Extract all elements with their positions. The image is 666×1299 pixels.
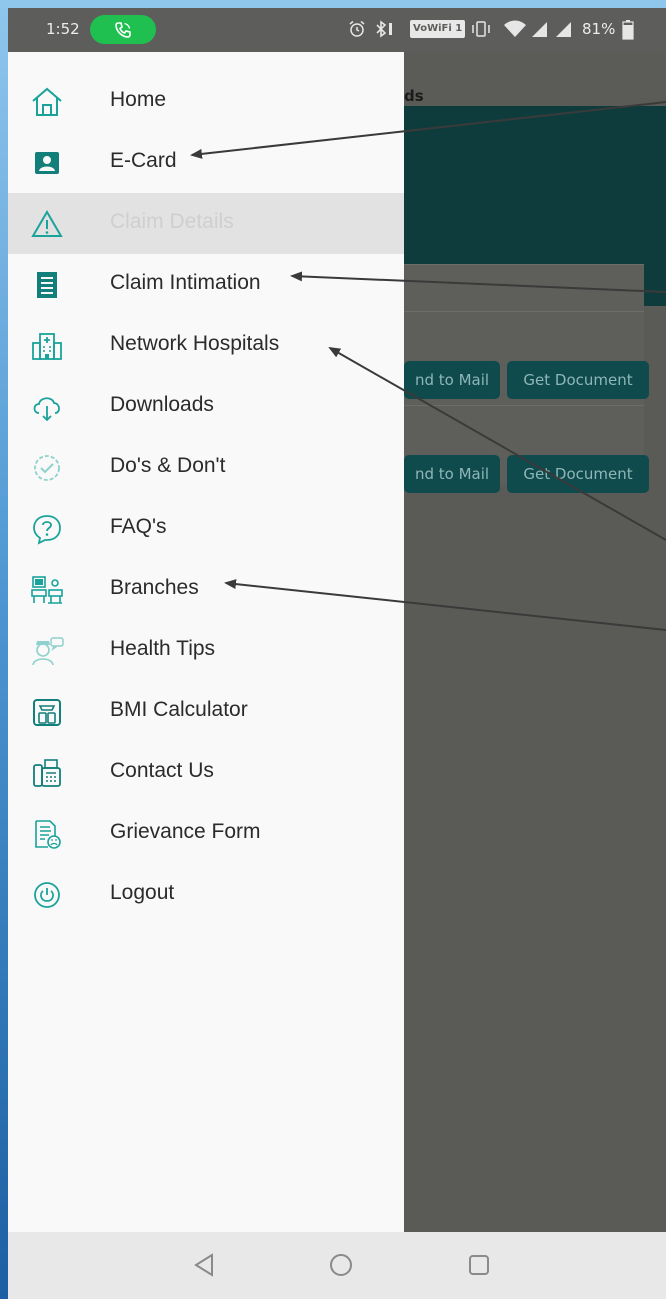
branches-icon bbox=[31, 576, 63, 604]
menu-item-label: Network Hospitals bbox=[110, 332, 280, 355]
menu-item-label: Contact Us bbox=[110, 759, 214, 782]
ongoing-call-pill[interactable] bbox=[90, 15, 156, 44]
hospital-icon bbox=[32, 333, 62, 360]
send-to-mail-button[interactable]: nd to Mail bbox=[404, 361, 500, 399]
menu-item-network-hospitals[interactable]: Network Hospitals bbox=[8, 315, 404, 376]
phone-fax-icon bbox=[33, 759, 61, 787]
menu-item-label: Branches bbox=[110, 576, 199, 599]
menu-item-label: E-Card bbox=[110, 149, 177, 172]
menu-item-label: Home bbox=[110, 88, 167, 111]
menu-item-faqs[interactable]: FAQ's bbox=[8, 498, 404, 559]
row-divider bbox=[404, 311, 644, 312]
menu-item-claim-details[interactable]: Claim Details bbox=[8, 193, 404, 254]
get-document-button[interactable]: Get Document bbox=[507, 361, 649, 399]
menu-item-downloads[interactable]: Downloads bbox=[8, 376, 404, 437]
menu-item-label: Grievance Form bbox=[110, 820, 261, 843]
navigation-drawer: Home E-Card Claim Details Claim Intimati… bbox=[8, 52, 404, 1232]
status-bar: 1:52 VoWiFi 1 81% bbox=[8, 8, 666, 52]
status-time: 1:52 bbox=[46, 20, 80, 38]
menu-item-claim-intimation[interactable]: Claim Intimation bbox=[8, 254, 404, 315]
document-list-icon bbox=[37, 272, 57, 298]
menu-item-label: Claim Details bbox=[110, 210, 234, 233]
back-nav-icon[interactable] bbox=[192, 1252, 216, 1278]
signal-icon bbox=[532, 22, 547, 37]
battery-icon bbox=[622, 20, 634, 40]
app-header-title: ds bbox=[404, 87, 424, 105]
home-nav-icon[interactable] bbox=[328, 1252, 354, 1278]
home-icon bbox=[32, 87, 62, 116]
menu-item-home[interactable]: Home bbox=[8, 71, 404, 132]
recents-nav-icon[interactable] bbox=[466, 1252, 492, 1278]
row-divider bbox=[404, 405, 644, 406]
wifi-icon bbox=[504, 20, 526, 37]
bluetooth-icon bbox=[376, 20, 392, 38]
menu-item-label: Claim Intimation bbox=[110, 271, 261, 294]
send-to-mail-button[interactable]: nd to Mail bbox=[404, 455, 500, 493]
background-app: ds nd to Mail Get Document nd to Mail Ge… bbox=[404, 52, 666, 1232]
warning-icon bbox=[31, 210, 63, 237]
phone-screen: 1:52 VoWiFi 1 81% ds nd to Mail Get Docu… bbox=[8, 8, 666, 1299]
question-icon bbox=[33, 515, 61, 545]
battery-percentage: 81% bbox=[582, 20, 616, 38]
scale-icon bbox=[33, 699, 61, 726]
menu-item-label: FAQ's bbox=[110, 515, 167, 538]
menu-item-label: Logout bbox=[110, 881, 175, 904]
menu-item-dos-donts[interactable]: Do's & Don't bbox=[8, 437, 404, 498]
menu-item-contact-us[interactable]: Contact Us bbox=[8, 742, 404, 803]
power-icon bbox=[34, 882, 60, 908]
menu-item-logout[interactable]: Logout bbox=[8, 864, 404, 925]
check-badge-icon bbox=[34, 455, 60, 481]
get-document-button[interactable]: Get Document bbox=[507, 455, 649, 493]
system-nav-bar bbox=[8, 1232, 666, 1299]
menu-item-bmi-calculator[interactable]: BMI Calculator bbox=[8, 681, 404, 742]
grievance-form-icon bbox=[35, 820, 61, 849]
id-card-icon bbox=[35, 152, 59, 174]
menu-item-e-card[interactable]: E-Card bbox=[8, 132, 404, 193]
menu-item-label: Downloads bbox=[110, 393, 214, 416]
cloud-download-icon bbox=[33, 397, 60, 422]
menu-item-branches[interactable]: Branches bbox=[8, 559, 404, 620]
vibrate-icon bbox=[472, 21, 490, 37]
menu-item-grievance-form[interactable]: Grievance Form bbox=[8, 803, 404, 864]
menu-item-label: Health Tips bbox=[110, 637, 216, 660]
doctor-chat-icon bbox=[32, 637, 64, 666]
signal-icon-2 bbox=[556, 22, 571, 37]
alarm-icon bbox=[349, 20, 365, 37]
menu-item-health-tips[interactable]: Health Tips bbox=[8, 620, 404, 681]
app-header: ds bbox=[404, 52, 666, 105]
vowifi-badge: VoWiFi 1 bbox=[410, 20, 466, 38]
phone-call-icon bbox=[115, 22, 131, 38]
menu-item-label: BMI Calculator bbox=[110, 698, 248, 721]
menu-item-label: Do's & Don't bbox=[110, 454, 226, 477]
